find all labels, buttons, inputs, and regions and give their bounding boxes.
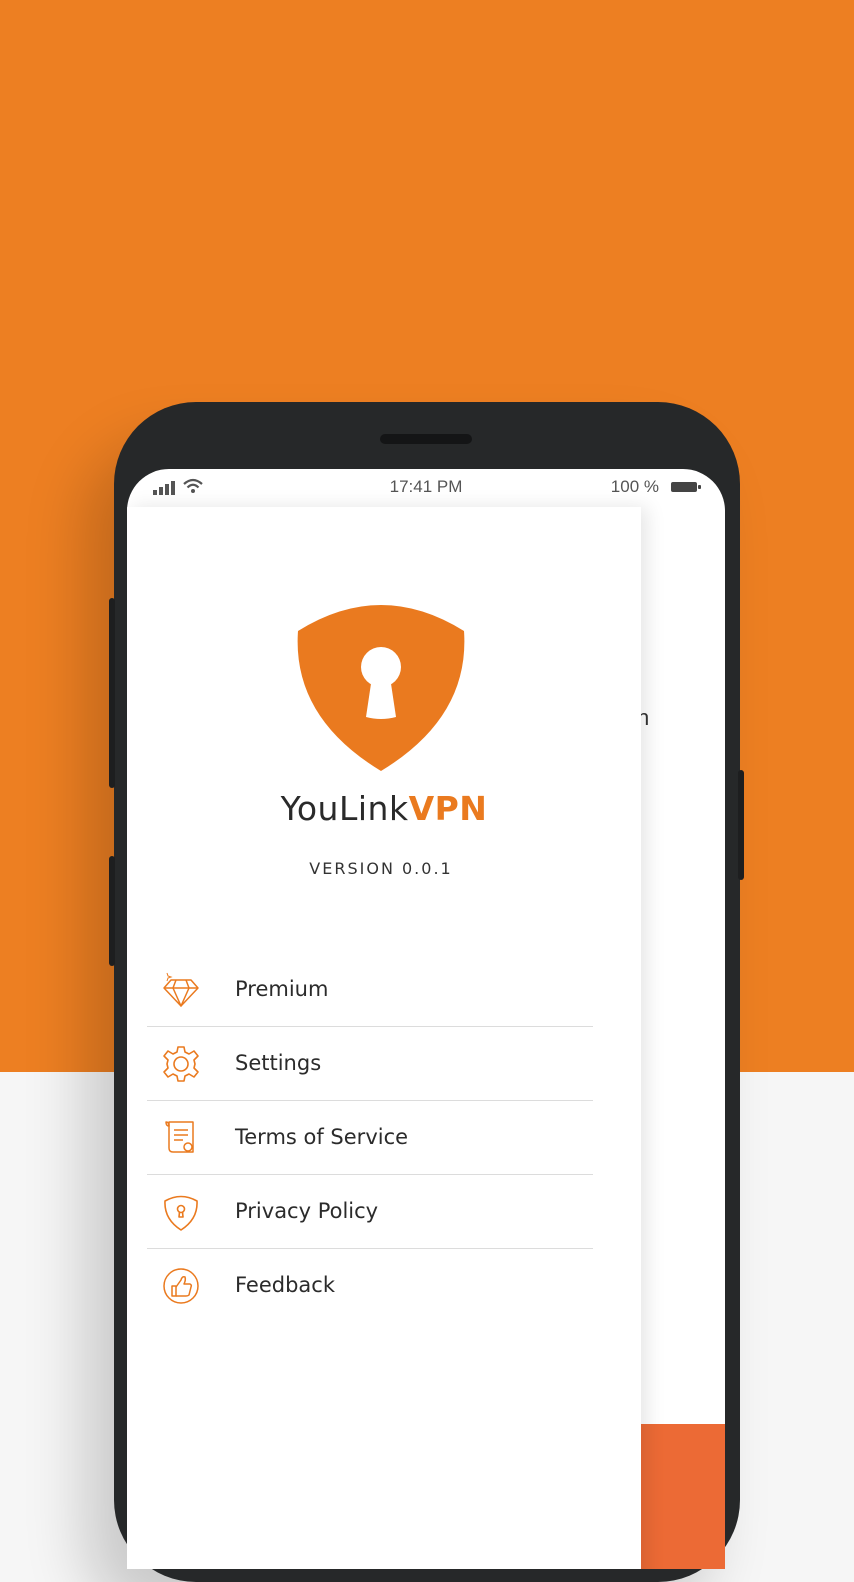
menu-label-terms: Terms of Service xyxy=(235,1125,409,1149)
menu-label-settings: Settings xyxy=(235,1051,322,1075)
menu-item-feedback[interactable]: Feedback xyxy=(147,1249,593,1322)
thumbs-up-icon xyxy=(163,1268,199,1304)
background-screen-button xyxy=(637,1424,725,1569)
status-bar: 17:41 PM 100 % xyxy=(127,469,725,505)
document-icon xyxy=(165,1121,194,1153)
phone-screen: 17:41 PM 100 % n YouLinkVPN VERSION 0.0.… xyxy=(127,469,725,1569)
app-brand-name: YouLinkVPN xyxy=(127,789,641,828)
volume-button xyxy=(109,598,115,788)
brand-accent: VPN xyxy=(408,789,488,828)
diamond-icon xyxy=(163,972,199,1007)
battery-percent: 100 % xyxy=(610,477,659,496)
shield-keyhole-logo-icon xyxy=(297,605,465,771)
battery-icon xyxy=(671,482,701,492)
menu-label-premium: Premium xyxy=(235,977,329,1001)
navigation-drawer: YouLinkVPN VERSION 0.0.1 Premium Setting… xyxy=(127,507,641,1569)
menu-label-privacy: Privacy Policy xyxy=(235,1199,379,1223)
drawer-menu: Premium Settings Terms of Service Privac… xyxy=(147,953,593,1322)
menu-item-terms[interactable]: Terms of Service xyxy=(147,1101,593,1175)
app-version: VERSION 0.0.1 xyxy=(309,859,453,878)
menu-label-feedback: Feedback xyxy=(235,1273,336,1297)
earpiece-speaker xyxy=(380,434,472,444)
shield-lock-icon xyxy=(164,1195,198,1231)
power-button xyxy=(738,770,744,880)
brand-primary: YouLink xyxy=(280,789,409,828)
gear-icon xyxy=(163,1046,199,1082)
menu-item-settings[interactable]: Settings xyxy=(147,1027,593,1101)
menu-item-privacy[interactable]: Privacy Policy xyxy=(147,1175,593,1249)
menu-item-premium[interactable]: Premium xyxy=(147,953,593,1027)
bixby-button xyxy=(109,856,115,966)
